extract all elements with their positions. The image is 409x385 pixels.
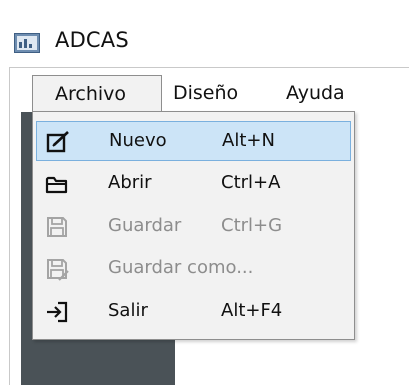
menu-item-guardar-como-label: Guardar como... <box>108 257 254 278</box>
menu-ayuda-label: Ayuda <box>286 82 345 104</box>
folder-open-icon <box>45 176 68 194</box>
window-title: ADCAS <box>55 28 129 52</box>
menu-bar: Archivo Diseño Ayuda <box>10 68 409 112</box>
menu-item-nuevo-label: Nuevo <box>109 130 167 151</box>
menu-ayuda[interactable]: Ayuda <box>286 75 345 112</box>
menu-item-guardar[interactable]: Guardar Ctrl+G <box>36 207 351 247</box>
menu-item-guardar-shortcut: Ctrl+G <box>221 215 283 236</box>
title-bar: ADCAS <box>0 0 409 67</box>
menu-archivo[interactable]: Archivo <box>32 75 162 112</box>
menu-item-salir-label: Salir <box>108 300 148 321</box>
menu-item-abrir-shortcut: Ctrl+A <box>221 172 281 193</box>
exit-icon <box>47 301 68 323</box>
save-icon <box>47 217 67 237</box>
menu-diseno[interactable]: Diseño <box>173 75 238 112</box>
menu-item-nuevo[interactable]: Nuevo Alt+N <box>36 121 351 161</box>
menu-item-salir[interactable]: Salir Alt+F4 <box>36 292 351 332</box>
menu-diseno-label: Diseño <box>173 82 239 104</box>
menu-item-guardar-como[interactable]: Guardar como... <box>36 249 351 289</box>
app-icon <box>14 33 40 53</box>
archivo-dropdown-menu: Nuevo Alt+N Abrir Ctrl+A Guardar Ctrl+G … <box>32 111 355 340</box>
new-document-icon <box>46 131 69 153</box>
menu-item-abrir-label: Abrir <box>108 172 152 193</box>
menu-archivo-label: Archivo <box>55 83 127 105</box>
menu-item-abrir[interactable]: Abrir Ctrl+A <box>36 164 351 204</box>
menu-item-nuevo-shortcut: Alt+N <box>222 130 275 151</box>
menu-item-guardar-label: Guardar <box>108 215 182 236</box>
menu-item-salir-shortcut: Alt+F4 <box>221 300 283 321</box>
save-as-icon <box>47 259 69 281</box>
